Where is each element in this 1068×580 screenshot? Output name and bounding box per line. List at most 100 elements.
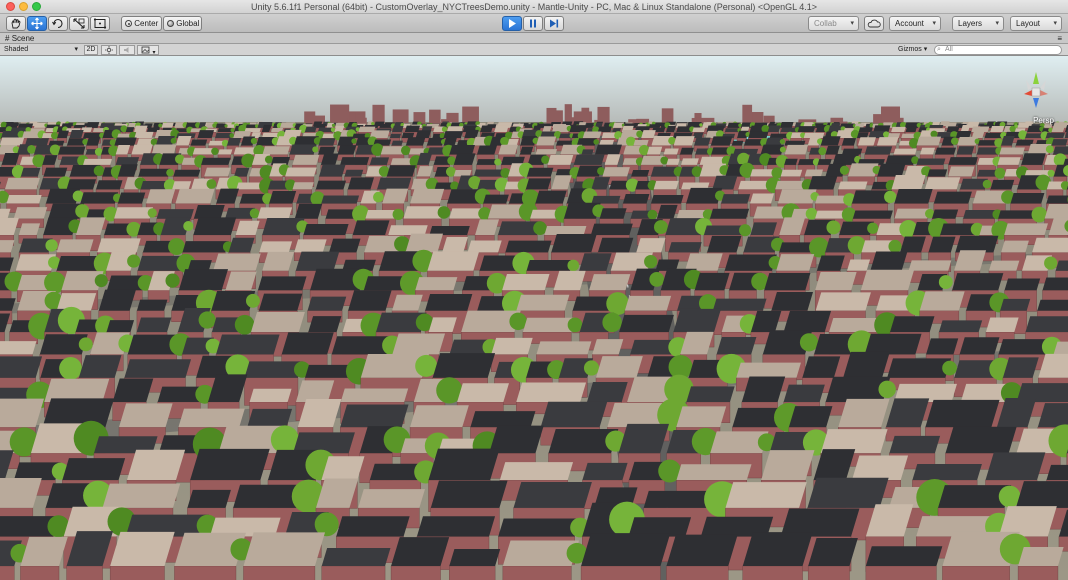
tree [166,168,174,177]
building-roof [851,455,909,481]
building-roof [249,388,292,402]
building-roof [187,489,231,508]
shading-mode-dropdown[interactable]: Shaded ▾ [4,44,78,55]
tree [165,273,180,288]
building-roof [389,133,401,138]
account-dropdown[interactable]: Account ▾ [889,16,941,31]
layers-dropdown[interactable]: Layers ▾ [952,16,1004,31]
building-roof [106,320,135,333]
building-roof [86,137,101,146]
building-roof [344,169,364,177]
building-roof [215,133,232,138]
building-roof [119,403,173,428]
building-roof [269,191,297,204]
building-roof [694,137,711,146]
tree [415,354,438,377]
building-roof [648,124,661,128]
minimize-window-button[interactable] [19,2,28,11]
building-roof [126,449,186,481]
mode-2d-toggle[interactable]: 2D [84,45,98,55]
building-roof [386,165,416,177]
building-roof [581,533,671,566]
pivot-mode-button[interactable]: Center [121,16,162,31]
building [942,565,1010,580]
building-roof [117,192,146,204]
chevron-down-icon: ▾ [850,20,854,27]
pause-button[interactable] [523,16,543,31]
tree [198,311,216,329]
orientation-gizmo[interactable] [1014,66,1058,122]
move-tool-button[interactable] [27,16,47,31]
step-button[interactable] [544,16,564,31]
projection-label[interactable]: Persp [1033,116,1054,125]
building-roof [449,145,475,155]
building-roof [1045,132,1065,138]
tree [206,179,217,189]
building-roof [668,242,702,253]
building-roof [1046,195,1068,204]
building-roof [707,235,742,253]
building-roof [405,137,426,146]
building-roof [971,130,985,138]
rect-tool-button[interactable] [90,16,110,31]
tree [567,317,583,333]
rotate-icon [52,18,63,29]
building-roof [653,180,679,190]
sky [0,56,1068,130]
building-roof [80,192,119,204]
space-mode-button[interactable]: Global [163,16,202,31]
building-roof [544,226,587,235]
tree [212,123,217,128]
building-roof [337,145,357,155]
lighting-toggle[interactable] [101,45,117,55]
building-roof [685,253,723,271]
building-roof [42,398,115,428]
scene-view-toolbar: Shaded ▾ 2D ▾ Gizmos ▾ ⌕ All [0,44,1068,56]
building-roof [852,210,893,219]
building-roof [856,132,869,138]
layout-dropdown[interactable]: Layout ▾ [1010,16,1062,31]
building-roof [928,236,956,253]
building-roof [522,317,576,333]
building-roof [955,235,999,253]
audio-toggle[interactable] [119,45,135,55]
building-roof [890,316,935,333]
move-icon [31,17,43,30]
tree [541,155,550,164]
building [109,565,165,580]
building-roof [816,255,845,271]
building-roof [56,239,94,253]
speaker-icon [124,47,129,53]
building-roof [748,131,769,138]
sun-icon [105,46,113,54]
hash-icon: # [5,34,10,43]
tree [250,137,258,145]
building-roof [586,381,628,402]
building-roof [391,140,403,146]
building-roof [1037,299,1068,311]
building-roof [597,237,634,253]
gizmos-dropdown[interactable]: Gizmos ▾ [898,44,927,55]
cloud-services-button[interactable] [864,16,884,31]
tree [211,147,219,156]
scene-search-input[interactable]: ⌕ All [934,45,1062,55]
effects-dropdown[interactable]: ▾ [137,45,159,56]
collab-dropdown[interactable]: Collab ▾ [808,16,859,31]
rotate-tool-button[interactable] [48,16,68,31]
building-roof [66,179,97,190]
scale-tool-button[interactable] [69,16,89,31]
tree [224,124,228,128]
close-window-button[interactable] [6,2,15,11]
layout-label: Layout [1016,19,1041,28]
search-icon: ⌕ [937,46,941,53]
hand-tool-button[interactable] [6,16,26,31]
play-button[interactable] [502,16,522,31]
globe-icon [167,20,174,27]
scene-tab[interactable]: # Scene [5,33,34,44]
zoom-window-button[interactable] [32,2,41,11]
tab-menu-icon[interactable]: ≡ [1057,33,1062,44]
building-roof [405,233,444,253]
tree [400,145,411,156]
building-roof [78,355,122,378]
scene-viewport[interactable]: Persp [0,56,1068,580]
